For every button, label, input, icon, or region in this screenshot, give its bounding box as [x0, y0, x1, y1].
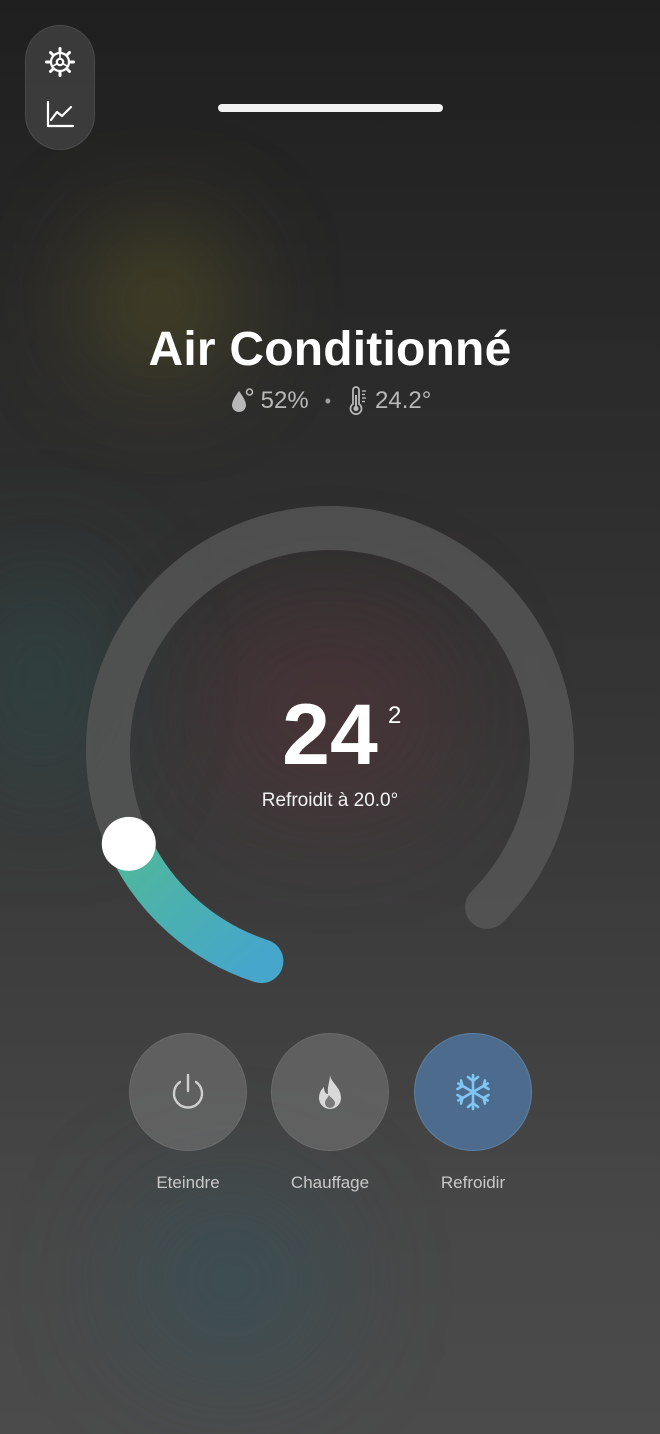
- history-button[interactable]: [39, 93, 81, 135]
- mode-heat: Chauffage: [270, 1033, 390, 1193]
- reading-separator: •: [324, 390, 332, 411]
- gear-icon: [45, 47, 75, 77]
- humidity-value: 52%: [260, 387, 309, 414]
- humidity-reading: 52%: [229, 387, 309, 415]
- side-controls: [25, 25, 95, 150]
- temperature-reading: 24.2°: [347, 386, 431, 416]
- current-temperature-value: 24.2°: [375, 387, 432, 414]
- sheet-grabber[interactable]: [218, 104, 443, 112]
- mode-label-cool: Refroidir: [440, 1173, 506, 1192]
- mode-label-heat: Chauffage: [290, 1173, 370, 1192]
- chart-line-icon: [46, 100, 75, 128]
- cool-mode-button[interactable]: [414, 1033, 532, 1151]
- target-temperature-integer: 24: [282, 687, 378, 783]
- mode-label-off: Eteindre: [156, 1173, 220, 1192]
- settings-button[interactable]: [39, 41, 81, 83]
- dial-knob[interactable]: [101, 816, 156, 871]
- thermostat-status: Refroidit à 20.0°: [261, 790, 399, 811]
- ambient-glow-teal-bottom: [120, 1180, 340, 1380]
- target-temperature: 24: [0, 685, 660, 785]
- power-icon: [172, 1073, 204, 1109]
- thermometer-icon: [349, 386, 367, 415]
- current-readings: 52% • 24.2°: [0, 386, 660, 416]
- humidity-drop-icon: [231, 388, 253, 412]
- ac-control-screen: Air Conditionné 52% • 24.2° 24 2 Refroid…: [0, 0, 660, 1434]
- power-off-button[interactable]: [129, 1033, 247, 1151]
- mode-cool: Refroidir: [413, 1033, 533, 1193]
- target-temperature-decimal: 2: [388, 702, 402, 729]
- flame-icon: [319, 1075, 341, 1109]
- page-title: Air Conditionné: [148, 323, 512, 376]
- mode-off: Eteindre: [128, 1033, 248, 1193]
- snowflake-icon: [456, 1073, 490, 1111]
- heat-mode-button[interactable]: [271, 1033, 389, 1151]
